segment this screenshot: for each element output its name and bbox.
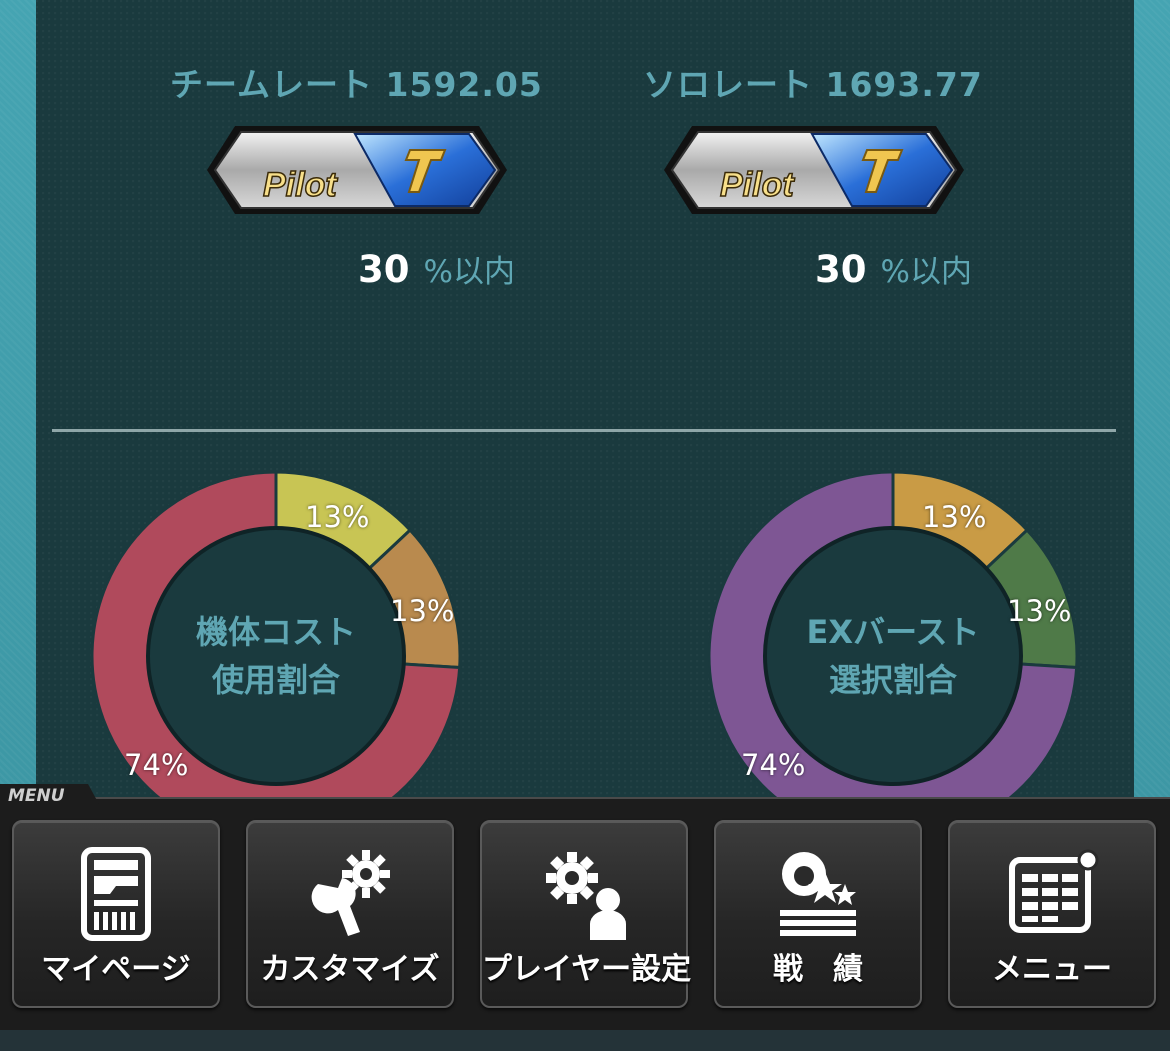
team-badge-text: Pilot bbox=[263, 166, 338, 204]
solo-percentile-value: 30 bbox=[815, 248, 867, 291]
menu-button[interactable]: メニュー bbox=[948, 820, 1156, 1008]
solo-rate-label: ソロレート bbox=[643, 65, 813, 104]
cost-pct-label-3: 74% bbox=[124, 748, 189, 782]
record-icon bbox=[780, 852, 856, 936]
team-rate-value: 1592.05 bbox=[385, 65, 543, 104]
team-percentile-value: 30 bbox=[358, 248, 410, 291]
mypage-label: マイページ bbox=[41, 952, 191, 987]
section-divider bbox=[52, 429, 1116, 432]
cost-chart-label: 機体コスト 使用割合 bbox=[166, 608, 386, 704]
solo-percentile: 30 %以内 bbox=[815, 246, 972, 296]
solo-rate-value: 1693.77 bbox=[825, 65, 983, 104]
solo-pilot-rank-badge: Pilot bbox=[664, 126, 964, 214]
burst-chart-label-line2: 選択割合 bbox=[828, 661, 957, 699]
background: チームレート 1592.05 Pilot 30 %以内 ソロレート 1693.77… bbox=[0, 0, 1170, 1051]
customize-icon bbox=[311, 850, 390, 936]
player-settings-label: プレイヤー設定 bbox=[482, 952, 692, 987]
mypage-icon bbox=[81, 847, 151, 941]
team-pilot-rank-badge: Pilot bbox=[207, 126, 507, 214]
solo-percentile-unit: %以内 bbox=[880, 254, 972, 290]
mypage-button[interactable]: マイページ bbox=[12, 820, 220, 1008]
menu-label: メニュー bbox=[992, 952, 1112, 987]
solo-rate-title: ソロレート 1693.77 bbox=[643, 58, 983, 104]
player-settings-button[interactable]: プレイヤー設定 bbox=[480, 820, 692, 1008]
burst-pct-label-3: 74% bbox=[741, 748, 806, 782]
menu-grid-icon bbox=[1009, 849, 1099, 933]
burst-pct-label-2: 13% bbox=[1007, 594, 1072, 628]
team-percentile: 30 %以内 bbox=[358, 246, 515, 296]
cost-pct-label-1: 13% bbox=[305, 500, 370, 534]
cost-pct-label-2: 13% bbox=[390, 594, 455, 628]
customize-label: カスタマイズ bbox=[260, 952, 440, 987]
menu-tag: MENU bbox=[0, 784, 100, 806]
burst-pct-label-1: 13% bbox=[922, 500, 987, 534]
cost-chart-label-line1: 機体コスト bbox=[195, 613, 356, 651]
record-label: 戦 績 bbox=[773, 952, 863, 987]
team-percentile-unit: %以内 bbox=[423, 254, 515, 290]
team-rate-title: チームレート 1592.05 bbox=[170, 58, 543, 104]
burst-chart-label-line1: EXバースト bbox=[806, 613, 980, 651]
player-settings-icon bbox=[546, 852, 626, 940]
cost-chart-label-line2: 使用割合 bbox=[211, 661, 340, 699]
team-rate-label: チームレート bbox=[170, 65, 374, 104]
solo-badge-text: Pilot bbox=[720, 166, 795, 204]
bottom-strip bbox=[0, 1030, 1170, 1051]
customize-button[interactable]: カスタマイズ bbox=[246, 820, 454, 1008]
burst-chart-label: EXバースト 選択割合 bbox=[783, 608, 1003, 704]
record-button[interactable]: 戦 績 bbox=[714, 820, 922, 1008]
